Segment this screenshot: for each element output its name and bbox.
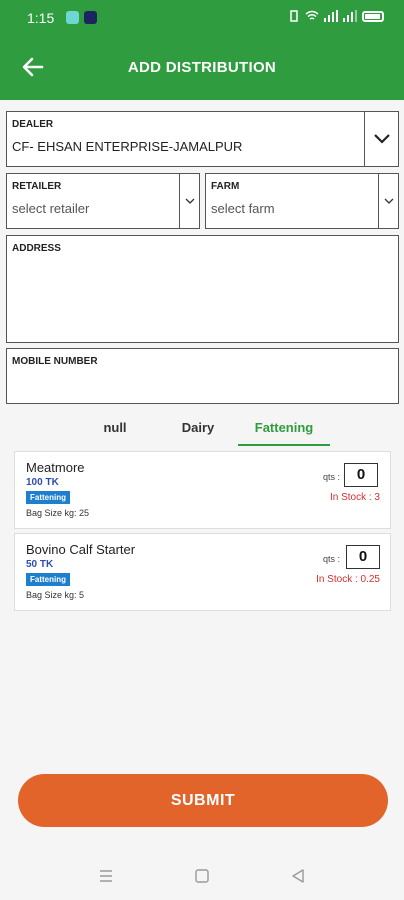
retailer-dropdown-button[interactable] bbox=[179, 174, 199, 228]
page-title: ADD DISTRIBUTION bbox=[127, 59, 277, 76]
dealer-value: CF- EHSAN ENTERPRISE-JAMALPUR bbox=[12, 139, 243, 154]
signal-icon bbox=[324, 10, 338, 22]
battery-icon bbox=[362, 10, 384, 22]
tab-null[interactable]: null bbox=[90, 420, 140, 435]
retailer-placeholder: select retailer bbox=[12, 201, 90, 216]
category-tabs: null Dairy Fattening bbox=[80, 420, 340, 446]
qty-input[interactable]: 0 bbox=[344, 463, 378, 487]
product-category-badge: Fattening bbox=[26, 573, 70, 586]
wifi-icon bbox=[305, 10, 319, 20]
qty-label: qts : bbox=[322, 472, 340, 482]
back-triangle-icon[interactable] bbox=[290, 868, 306, 884]
app-bar: ADD DISTRIBUTION bbox=[0, 38, 404, 100]
signal-icon-2 bbox=[343, 10, 357, 22]
system-nav-bar bbox=[0, 852, 404, 900]
dealer-label: DEALER bbox=[12, 119, 54, 130]
address-label: ADDRESS bbox=[12, 243, 61, 254]
farm-label: FARM bbox=[211, 181, 240, 192]
status-time: 1:15 bbox=[27, 10, 55, 26]
app-notification-icon bbox=[66, 11, 79, 24]
farm-dropdown-button[interactable] bbox=[378, 174, 398, 228]
app-notification-icon-2 bbox=[84, 11, 97, 24]
dealer-dropdown-button[interactable] bbox=[364, 112, 398, 166]
dealer-dropdown[interactable]: DEALER CF- EHSAN ENTERPRISE-JAMALPUR bbox=[6, 111, 399, 167]
chevron-down-icon bbox=[384, 198, 393, 204]
product-price: 100 TK bbox=[26, 477, 59, 488]
product-card: Meatmore 100 TK Fattening Bag Size kg: 2… bbox=[14, 451, 391, 529]
vibrate-icon bbox=[290, 10, 298, 22]
chevron-down-icon bbox=[373, 134, 390, 144]
stock-status: In Stock : 0.25 bbox=[316, 574, 380, 585]
tab-dairy[interactable]: Dairy bbox=[168, 420, 228, 435]
product-bag-size: Bag Size kg: 5 bbox=[26, 590, 85, 600]
qty-label: qts : bbox=[322, 554, 340, 564]
farm-dropdown[interactable]: FARM select farm bbox=[205, 173, 399, 229]
product-name: Bovino Calf Starter bbox=[26, 542, 136, 557]
chevron-down-icon bbox=[185, 198, 194, 204]
mobile-number-field[interactable]: MOBILE NUMBER bbox=[6, 348, 399, 404]
retailer-label: RETAILER bbox=[12, 181, 62, 192]
home-icon[interactable] bbox=[194, 868, 210, 884]
farm-placeholder: select farm bbox=[211, 201, 275, 216]
stock-status: In Stock : 3 bbox=[329, 492, 380, 503]
mobile-number-label: MOBILE NUMBER bbox=[12, 356, 98, 367]
product-name: Meatmore bbox=[26, 460, 85, 475]
tab-indicator bbox=[238, 444, 330, 446]
retailer-dropdown[interactable]: RETAILER select retailer bbox=[6, 173, 200, 229]
product-category-badge: Fattening bbox=[26, 491, 70, 504]
menu-icon[interactable] bbox=[98, 868, 114, 884]
product-card: Bovino Calf Starter 50 TK Fattening Bag … bbox=[14, 533, 391, 611]
product-price: 50 TK bbox=[26, 559, 54, 570]
product-bag-size: Bag Size kg: 25 bbox=[26, 508, 90, 518]
status-bar: 1:15 bbox=[0, 0, 404, 38]
tab-fattening[interactable]: Fattening bbox=[240, 420, 328, 435]
qty-input[interactable]: 0 bbox=[346, 545, 380, 569]
address-field[interactable]: ADDRESS bbox=[6, 235, 399, 343]
submit-button[interactable]: SUBMIT bbox=[18, 774, 388, 827]
